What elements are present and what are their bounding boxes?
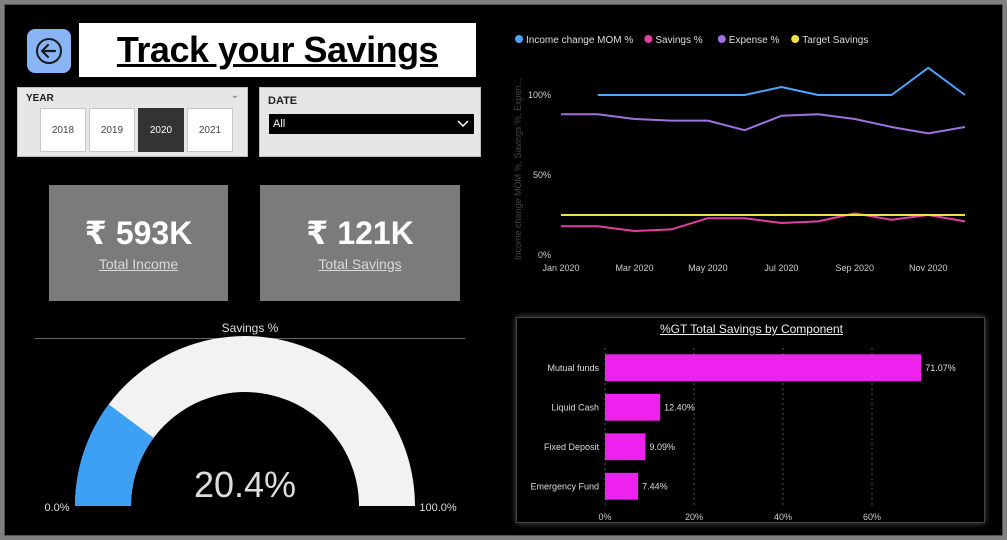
x-tick-label: 0% bbox=[598, 512, 611, 522]
dashboard-frame: Track your Savings YEAR ⌄ 2018 2019 2020… bbox=[4, 4, 1003, 536]
bar-value-label: 12.40% bbox=[664, 402, 695, 412]
line-chart: Income change MOM % Savings % Expense % Tar… bbox=[513, 35, 966, 273]
x-tick-label: Sep 2020 bbox=[836, 263, 875, 273]
gauge-value: 20.4% bbox=[194, 464, 296, 505]
y-tick-label: 50% bbox=[533, 170, 551, 180]
legend-marker-0 bbox=[515, 35, 523, 43]
x-tick-label: 60% bbox=[863, 512, 881, 522]
y-axis-label: Income change MOM %, Savings %, Expen... bbox=[513, 78, 523, 260]
bar-value-label: 9.09% bbox=[649, 442, 675, 452]
x-tick-label: 40% bbox=[774, 512, 792, 522]
series-line-1 bbox=[561, 212, 966, 232]
series-line-0 bbox=[597, 66, 966, 96]
gauge-max-label: 100.0% bbox=[419, 502, 457, 514]
bar-value-label: 71.07% bbox=[925, 363, 956, 373]
category-label: Liquid Cash bbox=[551, 402, 599, 412]
bar bbox=[605, 354, 922, 382]
category-label: Emergency Fund bbox=[530, 481, 599, 491]
bar-chart-panel: %GT Total Savings by Component 0% 20% 40% 6… bbox=[516, 317, 985, 523]
bar-value-label: 7.44% bbox=[642, 481, 668, 491]
legend-label-0: Income change MOM % bbox=[526, 35, 633, 46]
x-tick-label: 20% bbox=[685, 512, 703, 522]
series-line-2 bbox=[561, 113, 966, 135]
legend-marker-1 bbox=[644, 35, 653, 43]
x-tick-label: May 2020 bbox=[688, 263, 728, 273]
x-tick-label: Jul 2020 bbox=[764, 263, 798, 273]
category-label: Fixed Deposit bbox=[544, 442, 600, 452]
bar bbox=[605, 433, 646, 461]
legend-marker-3 bbox=[791, 35, 800, 43]
savings-gauge: 20.4% 0.0% 100.0% bbox=[44, 336, 457, 514]
y-tick-label: 0% bbox=[538, 250, 551, 260]
x-tick-label: Nov 2020 bbox=[909, 263, 948, 273]
legend-label-2: Expense % bbox=[729, 35, 780, 46]
y-tick-label: 100% bbox=[528, 90, 551, 100]
bar-chart: 0% 20% 40% 60% Mutual funds 71.07% Liquid Cash… bbox=[530, 348, 956, 522]
x-tick-label: Mar 2020 bbox=[615, 263, 653, 273]
bar bbox=[605, 472, 639, 500]
bar bbox=[605, 393, 661, 421]
legend-marker-2 bbox=[717, 35, 726, 43]
x-tick-label: Jan 2020 bbox=[542, 263, 579, 273]
category-label: Mutual funds bbox=[547, 363, 599, 373]
gauge-min-label: 0.0% bbox=[44, 502, 69, 514]
legend-label-1: Savings % bbox=[655, 35, 702, 46]
legend-label-3: Target Savings bbox=[802, 35, 868, 46]
